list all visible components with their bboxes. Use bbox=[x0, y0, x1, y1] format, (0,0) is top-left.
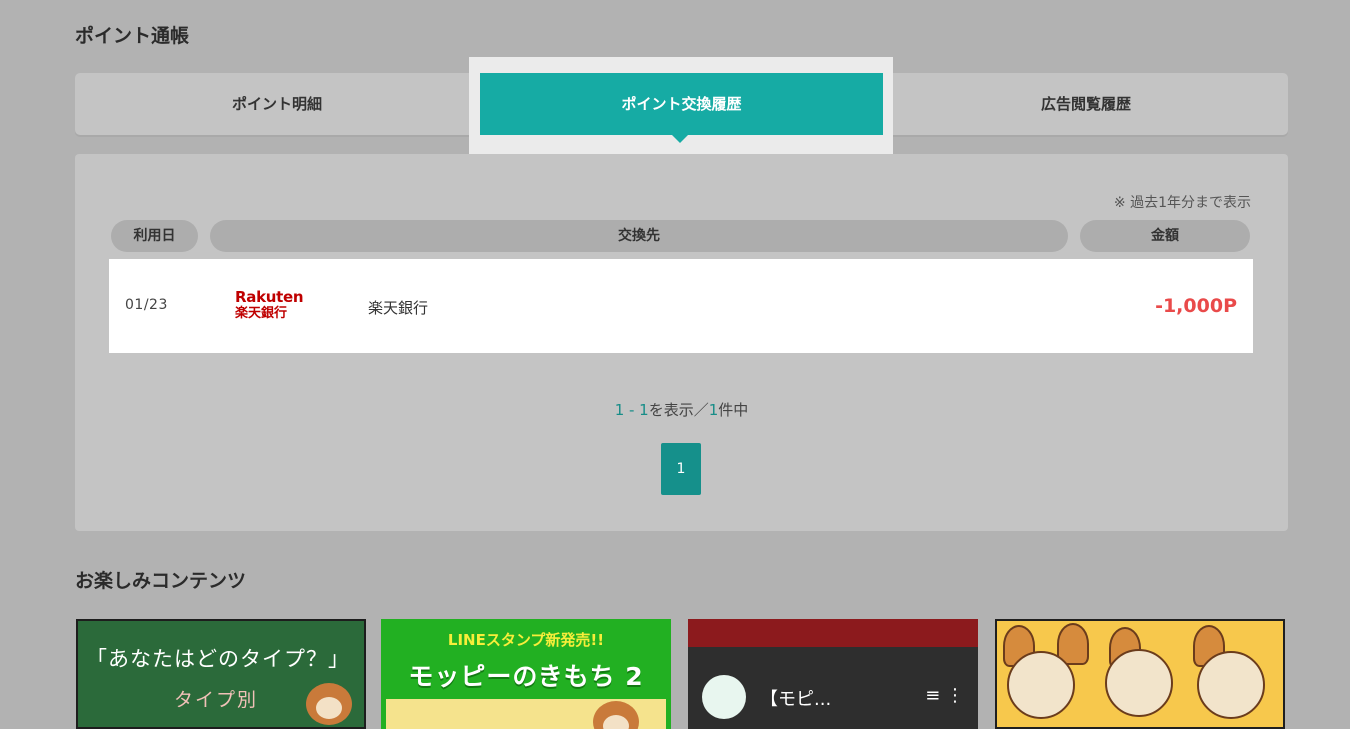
point-passbook-title: ポイント通帳 bbox=[75, 25, 190, 47]
content-card-type-quiz[interactable]: 「あなたはどのタイプ？」 タイプ別 bbox=[76, 619, 366, 729]
card-heading: モッピーのきもち 2 bbox=[408, 662, 644, 691]
column-header-destination: 交換先 bbox=[210, 220, 1068, 252]
tab-point-details[interactable]: ポイント明細 bbox=[75, 73, 479, 135]
video-menu-icon: ≡ ⋮ bbox=[925, 685, 964, 706]
content-card-line-stamp[interactable]: LINEスタンプ新発売!! モッピーのきもち 2 bbox=[381, 619, 671, 729]
card-announcement: LINEスタンプ新発売!! bbox=[447, 631, 605, 649]
active-tab-pointer-icon bbox=[672, 135, 688, 143]
tab-point-exchange-history[interactable]: ポイント交換履歴 bbox=[480, 73, 883, 135]
row-amount: -1,000P bbox=[1155, 295, 1237, 317]
tab-ad-view-history[interactable]: 広告閲覧履歴 bbox=[884, 73, 1288, 135]
logo-text-rakuten: Rakuten bbox=[235, 288, 304, 306]
column-header-date: 利用日 bbox=[111, 220, 198, 252]
pagination-range: 1 - 1 bbox=[614, 401, 649, 419]
display-range-note: ※ 過去1年分まで表示 bbox=[1113, 195, 1251, 211]
pagination-range-suffix: を表示／ bbox=[648, 401, 709, 419]
row-date: 01/23 bbox=[125, 297, 168, 313]
exchange-history-panel: ※ 過去1年分まで表示 利用日 交換先 金額 01/23 Rakuten 楽天銀… bbox=[75, 154, 1288, 531]
rakuten-bank-logo: Rakuten 楽天銀行 bbox=[235, 289, 305, 329]
card-subheading: タイプ別 bbox=[174, 689, 259, 711]
pagination-total: 1 bbox=[708, 401, 719, 419]
video-title: 【モピ... bbox=[760, 689, 832, 710]
table-row: 01/23 Rakuten 楽天銀行 楽天銀行 -1,000P bbox=[109, 259, 1253, 353]
content-card-video[interactable]: 【モピ... ≡ ⋮ bbox=[688, 619, 978, 729]
squirrel-face-icon bbox=[1105, 649, 1173, 717]
fun-contents-title: お楽しみコンテンツ bbox=[75, 570, 247, 592]
moppy-logo-icon bbox=[702, 675, 746, 719]
squirrel-mascot-icon bbox=[306, 683, 352, 725]
row-destination: 楽天銀行 bbox=[368, 299, 429, 317]
logo-text-bank: 楽天銀行 bbox=[235, 306, 288, 321]
card-heading: 「あなたはどのタイプ？」 bbox=[86, 647, 350, 671]
pagination-summary: 1 - 1を表示／1件中 bbox=[75, 399, 1288, 420]
squirrel-face-icon bbox=[1197, 651, 1265, 719]
squirrel-face-icon bbox=[1007, 651, 1075, 719]
content-card-squirrel-illustration[interactable] bbox=[995, 619, 1285, 729]
pagination-total-suffix: 件中 bbox=[718, 401, 749, 419]
column-header-amount: 金額 bbox=[1080, 220, 1250, 252]
page-button-1[interactable]: 1 bbox=[661, 443, 701, 495]
